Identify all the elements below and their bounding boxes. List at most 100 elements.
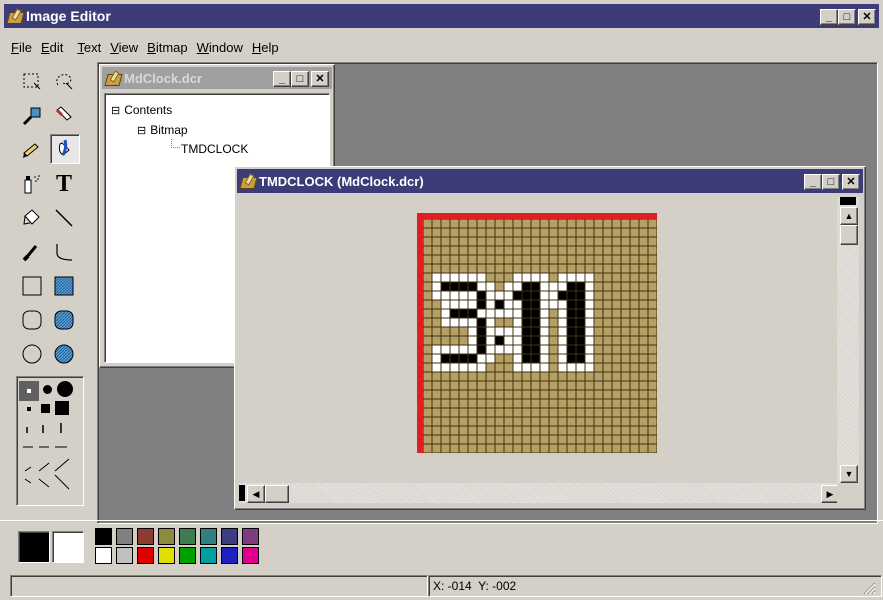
bitmap-pixel[interactable] xyxy=(557,290,568,301)
bitmap-pixel[interactable] xyxy=(431,398,442,409)
bitmap-pixel[interactable] xyxy=(539,425,550,436)
bitmap-pixel[interactable] xyxy=(548,317,559,328)
bitmap-pixel[interactable] xyxy=(485,263,496,274)
bitmap-pixel[interactable] xyxy=(431,254,442,265)
bitmap-pixel[interactable] xyxy=(503,362,514,373)
bitmap-pixel[interactable] xyxy=(449,281,460,292)
palette-swatch[interactable] xyxy=(179,528,196,545)
bitmap-pixel[interactable] xyxy=(602,434,613,445)
bitmap-pixel[interactable] xyxy=(611,425,622,436)
bitmap-pixel[interactable] xyxy=(593,227,604,238)
bitmap-pixel[interactable] xyxy=(539,389,550,400)
bitmap-pixel[interactable] xyxy=(647,362,657,373)
bitmap-pixel[interactable] xyxy=(647,389,657,400)
bitmap-pixel[interactable] xyxy=(458,281,469,292)
bitmap-pixel[interactable] xyxy=(485,335,496,346)
bitmap-pixel[interactable] xyxy=(629,272,640,283)
bitmap-pixel[interactable] xyxy=(485,398,496,409)
bitmap-pixel[interactable] xyxy=(575,416,586,427)
bitmap-pixel[interactable] xyxy=(557,398,568,409)
bitmap-pixel[interactable] xyxy=(647,443,657,453)
bitmap-pixel[interactable] xyxy=(467,227,478,238)
brush-size-sq-large[interactable] xyxy=(55,401,69,415)
bitmap-pixel[interactable] xyxy=(566,263,577,274)
bitmap-pixel[interactable] xyxy=(584,299,595,310)
curve-icon[interactable] xyxy=(50,238,78,266)
bitmap-pixel[interactable] xyxy=(458,398,469,409)
bitmap-pixel[interactable] xyxy=(485,308,496,319)
bitmap-pixel[interactable] xyxy=(458,371,469,382)
bitmap-pixel[interactable] xyxy=(440,380,451,391)
bitmap-pixel[interactable] xyxy=(647,326,657,337)
bitmap-pixel[interactable] xyxy=(458,407,469,418)
bitmap-pixel[interactable] xyxy=(620,281,631,292)
ellipse-icon[interactable] xyxy=(18,340,46,368)
bitmap-pixel[interactable] xyxy=(423,308,433,319)
bitmap-pixel[interactable] xyxy=(629,398,640,409)
bitmap-pixel[interactable] xyxy=(423,353,433,364)
bitmap-pixel[interactable] xyxy=(449,326,460,337)
bitmap-pixel[interactable] xyxy=(431,443,442,453)
bitmap-pixel[interactable] xyxy=(593,308,604,319)
bitmap-pixel[interactable] xyxy=(611,434,622,445)
bitmap-pixel[interactable] xyxy=(557,416,568,427)
line-width-options[interactable] xyxy=(21,423,81,503)
palette-swatch[interactable] xyxy=(116,547,133,564)
bitmap-pixel[interactable] xyxy=(494,425,505,436)
bitmap-pixel[interactable] xyxy=(431,425,442,436)
bitmap-pixel[interactable] xyxy=(602,272,613,283)
bitmap-pixel[interactable] xyxy=(467,290,478,301)
bitmap-pixel[interactable] xyxy=(449,362,460,373)
bitmap-pixel[interactable] xyxy=(467,272,478,283)
bitmap-pixel[interactable] xyxy=(593,416,604,427)
bitmap-pixel[interactable] xyxy=(494,219,505,229)
bitmap-pixel[interactable] xyxy=(476,290,487,301)
bitmap-pixel[interactable] xyxy=(611,389,622,400)
bitmap-pixel[interactable] xyxy=(476,317,487,328)
bitmap-pixel[interactable] xyxy=(423,416,433,427)
bitmap-pixel[interactable] xyxy=(638,362,649,373)
bitmap-pixel[interactable] xyxy=(575,236,586,247)
bitmap-pixel[interactable] xyxy=(494,290,505,301)
bitmap-pixel[interactable] xyxy=(611,254,622,265)
bitmap-pixel[interactable] xyxy=(476,254,487,265)
rectangle-icon[interactable] xyxy=(18,272,46,300)
bitmap-pixel[interactable] xyxy=(611,362,622,373)
bitmap-pixel[interactable] xyxy=(449,227,460,238)
bitmap-pixel[interactable] xyxy=(494,272,505,283)
bitmap-pixel[interactable] xyxy=(512,380,523,391)
bitmap-pixel[interactable] xyxy=(629,219,640,229)
bitmap-pixel[interactable] xyxy=(593,290,604,301)
bitmap-pixel[interactable] xyxy=(539,398,550,409)
bitmap-pixel[interactable] xyxy=(530,380,541,391)
bitmap-pixel[interactable] xyxy=(557,353,568,364)
bitmap-pixel[interactable] xyxy=(593,380,604,391)
brush-size-selected[interactable] xyxy=(19,381,39,401)
bitmap-pixel[interactable] xyxy=(476,281,487,292)
bitmap-pixel[interactable] xyxy=(548,254,559,265)
bitmap-pixel[interactable] xyxy=(593,407,604,418)
bitmap-pixel[interactable] xyxy=(512,245,523,256)
bitmap-pixel[interactable] xyxy=(566,219,577,229)
bitmap-pixel[interactable] xyxy=(440,398,451,409)
bitmap-pixel[interactable] xyxy=(440,236,451,247)
bitmap-pixel[interactable] xyxy=(440,281,451,292)
bitmap-pixel[interactable] xyxy=(423,371,433,382)
bitmap-pixel[interactable] xyxy=(467,263,478,274)
bitmap-pixel[interactable] xyxy=(521,416,532,427)
bitmap-pixel[interactable] xyxy=(458,362,469,373)
bitmap-pixel[interactable] xyxy=(458,308,469,319)
bitmap-pixel[interactable] xyxy=(575,245,586,256)
bitmap-pixel[interactable] xyxy=(611,398,622,409)
bitmap-pixel[interactable] xyxy=(521,308,532,319)
bitmap-pixel[interactable] xyxy=(476,335,487,346)
bitmap-pixel[interactable] xyxy=(602,290,613,301)
bitmap-pixel[interactable] xyxy=(485,443,496,453)
bitmap-pixel[interactable] xyxy=(458,326,469,337)
bitmap-pixel[interactable] xyxy=(440,227,451,238)
fill-bucket-icon[interactable] xyxy=(50,134,80,164)
bitmap-pixel[interactable] xyxy=(521,425,532,436)
bitmap-pixel[interactable] xyxy=(485,425,496,436)
bitmap-pixel[interactable] xyxy=(530,317,541,328)
bitmap-pixel[interactable] xyxy=(458,425,469,436)
